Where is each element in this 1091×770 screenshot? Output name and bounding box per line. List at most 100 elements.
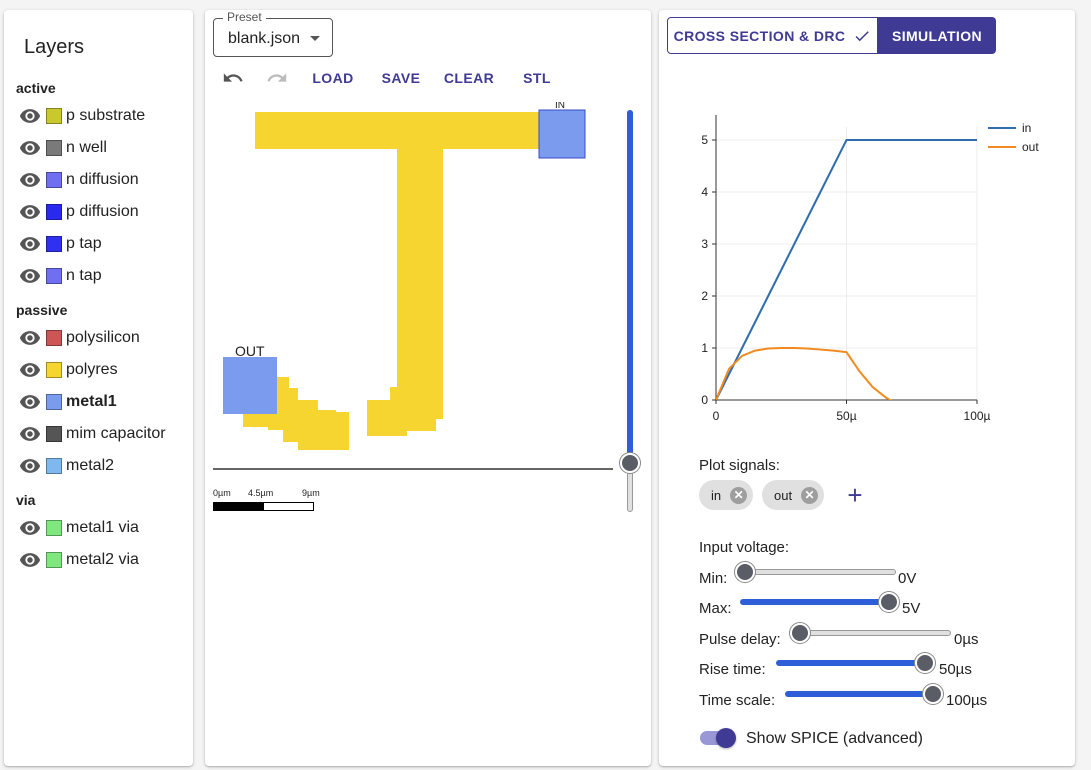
- layer-item-metal2[interactable]: metal2: [18, 454, 114, 478]
- eye-icon[interactable]: [18, 326, 42, 350]
- eye-icon[interactable]: [18, 104, 42, 128]
- min-slider-thumb[interactable]: [735, 562, 755, 582]
- layer-color-swatch: [46, 458, 62, 474]
- stl-button[interactable]: STL: [518, 66, 556, 90]
- layer-item-mim-capacitor[interactable]: mim capacitor: [18, 422, 166, 446]
- plus-icon: +: [847, 479, 863, 510]
- eye-icon[interactable]: [18, 136, 42, 160]
- eye-icon[interactable]: [18, 516, 42, 540]
- eye-icon[interactable]: [18, 168, 42, 192]
- metal1-in-pad[interactable]: [538, 109, 586, 159]
- show-spice-toggle-thumb[interactable]: [716, 728, 736, 748]
- x-tick-label: 100µ: [964, 409, 991, 423]
- max-slider-fill[interactable]: [740, 599, 890, 605]
- layer-item-metal2-via[interactable]: metal2 via: [18, 548, 139, 572]
- x-tick-label: 0: [713, 409, 720, 423]
- layer-height-slider-fill: [627, 110, 633, 464]
- pulse-delay-slider-thumb[interactable]: [790, 623, 810, 643]
- redo-button[interactable]: [265, 66, 289, 90]
- layer-color-swatch: [46, 426, 62, 442]
- chevron-down-icon: [310, 36, 320, 41]
- load-button[interactable]: LOAD: [309, 66, 357, 90]
- polyres-shape[interactable]: [367, 400, 407, 436]
- in-label: IN: [555, 102, 565, 111]
- eye-icon[interactable]: [18, 454, 42, 478]
- eye-icon[interactable]: [18, 548, 42, 572]
- layer-item-metal1-via[interactable]: metal1 via: [18, 516, 139, 540]
- layout-canvas[interactable]: OUT IN: [213, 100, 623, 470]
- signal-chip-label: in: [711, 487, 722, 503]
- max-value: 5V: [902, 600, 921, 617]
- layer-label: metal2 via: [66, 551, 139, 568]
- min-label: Min:: [699, 570, 728, 587]
- layer-height-slider-thumb[interactable]: [620, 453, 640, 473]
- undo-button[interactable]: [221, 66, 245, 90]
- tab-cross-section[interactable]: CROSS SECTION & DRC: [667, 17, 878, 54]
- signal-chip-in[interactable]: in ✕: [699, 480, 754, 510]
- min-value: 0V: [898, 570, 917, 587]
- y-tick-label: 5: [701, 133, 708, 147]
- layer-label: metal2: [66, 457, 115, 474]
- layer-label: p substrate: [66, 107, 146, 124]
- eye-icon[interactable]: [18, 390, 42, 414]
- min-slider-track[interactable]: [745, 569, 896, 575]
- signal-chip-out[interactable]: out ✕: [762, 480, 825, 510]
- canvas-horizontal-rule: [213, 468, 613, 470]
- tab-simulation[interactable]: SIMULATION: [878, 17, 996, 54]
- layer-color-swatch: [46, 140, 62, 156]
- layer-label: n well: [66, 139, 107, 156]
- layer-color-swatch: [46, 236, 62, 252]
- layer-color-swatch: [46, 362, 62, 378]
- layer-item-p-diffusion[interactable]: p diffusion: [18, 200, 139, 224]
- layer-item-polysilicon[interactable]: polysilicon: [18, 326, 140, 350]
- close-icon[interactable]: ✕: [730, 486, 748, 504]
- layers-title: Layers: [24, 36, 85, 58]
- layer-color-swatch: [46, 330, 62, 346]
- layer-color-swatch: [46, 520, 62, 536]
- rise-time-slider-fill[interactable]: [776, 660, 928, 666]
- polyres-shape[interactable]: [397, 149, 443, 419]
- layer-label: p diffusion: [66, 203, 139, 220]
- eye-icon[interactable]: [18, 200, 42, 224]
- pulse-delay-slider-track[interactable]: [801, 630, 951, 636]
- layer-item-n-well[interactable]: n well: [18, 136, 107, 160]
- show-spice-label: Show SPICE (advanced): [746, 730, 923, 747]
- polyres-shape[interactable]: [313, 412, 349, 450]
- layer-item-n-tap[interactable]: n tap: [18, 264, 102, 288]
- save-button[interactable]: SAVE: [377, 66, 425, 90]
- layer-label: metal1 via: [66, 519, 139, 536]
- rise-time-slider-thumb[interactable]: [915, 653, 935, 673]
- layer-label: n tap: [66, 267, 102, 284]
- eye-icon[interactable]: [18, 232, 42, 256]
- max-slider-thumb[interactable]: [879, 592, 899, 612]
- undo-icon: [223, 73, 243, 82]
- layer-label: metal1: [66, 393, 117, 410]
- check-icon: [855, 30, 870, 41]
- eye-icon[interactable]: [18, 264, 42, 288]
- layer-label: polyres: [66, 361, 118, 378]
- legend-label: in: [1022, 121, 1031, 135]
- layer-item-metal1[interactable]: metal1: [18, 390, 117, 414]
- layout-drawing: OUT IN: [223, 100, 586, 450]
- layer-color-swatch: [46, 552, 62, 568]
- layer-item-polyres[interactable]: polyres: [18, 358, 118, 382]
- scale-label: 4.5µm: [248, 488, 274, 498]
- add-signal-button[interactable]: +: [842, 479, 868, 510]
- scale-label: 0µm: [213, 488, 231, 498]
- time-scale-slider-thumb[interactable]: [923, 684, 943, 704]
- y-tick-label: 4: [701, 185, 708, 199]
- layer-item-p-substrate[interactable]: p substrate: [18, 104, 145, 128]
- eye-icon[interactable]: [18, 358, 42, 382]
- time-scale-slider-fill[interactable]: [785, 691, 935, 697]
- clear-button[interactable]: CLEAR: [443, 66, 495, 90]
- metal1-out-pad[interactable]: [223, 357, 277, 414]
- simulation-panel: CROSS SECTION & DRC SIMULATION 0 1 2 3 4 5 0 50…: [659, 10, 1075, 766]
- max-label: Max:: [699, 600, 732, 617]
- redo-icon: [267, 73, 287, 82]
- close-icon[interactable]: ✕: [801, 486, 819, 504]
- polyres-shape[interactable]: [255, 112, 550, 149]
- layer-item-n-diffusion[interactable]: n diffusion: [18, 168, 139, 192]
- eye-icon[interactable]: [18, 422, 42, 446]
- layer-item-p-tap[interactable]: p tap: [18, 232, 102, 256]
- layer-label: polysilicon: [66, 329, 140, 346]
